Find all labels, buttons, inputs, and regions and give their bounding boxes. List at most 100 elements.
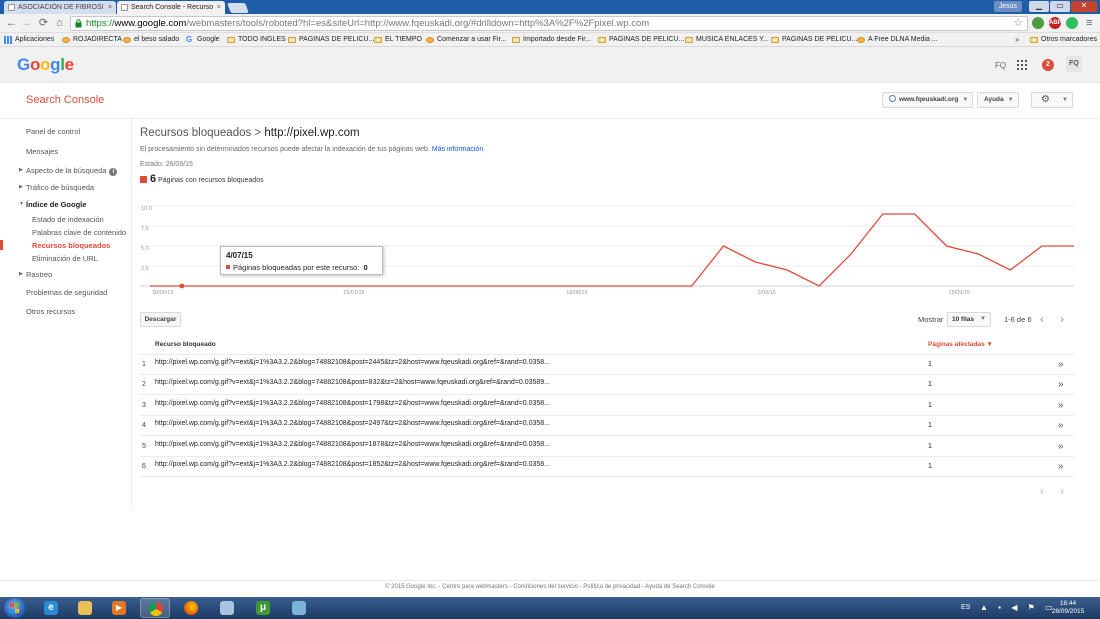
next-page-icon[interactable]: › [1060, 313, 1064, 325]
row-drilldown-icon[interactable]: » [1058, 400, 1063, 411]
bookmark-folder[interactable]: Importado desde Fir... [512, 34, 591, 46]
nav-item-messages[interactable]: Mensajes [26, 147, 58, 156]
rows-per-page-select[interactable]: 10 filas ▼ [947, 312, 991, 327]
nav-item-index-status[interactable]: Estado de indexación [32, 215, 104, 224]
taskbar-utorrent[interactable]: μ [248, 598, 278, 618]
browser-user-chip[interactable]: Jesús [993, 1, 1022, 12]
taskbar-windows-folder[interactable] [212, 598, 242, 618]
row-drilldown-icon[interactable]: » [1058, 420, 1063, 431]
bookmark-item[interactable]: G Google [186, 34, 220, 46]
site-selector[interactable]: www.fqeuskadi.org ▼ [882, 92, 974, 108]
taskbar-file-explorer[interactable] [70, 598, 100, 618]
table-row[interactable]: 2 http://pixel.wp.com/g.gif?v=ext&j=1%3A3… [140, 375, 1074, 395]
close-tab-icon[interactable]: × [217, 1, 221, 14]
nav-label: Otros recursos [26, 307, 76, 316]
reload-icon[interactable]: ⟳ [37, 17, 50, 30]
maximize-icon[interactable]: ▭ [1050, 1, 1070, 12]
bookmark-item[interactable]: ROJADIRECTA [62, 34, 122, 46]
bookmark-folder[interactable]: TODO INGLES [227, 34, 286, 46]
windows-taskbar: e ▶ μ ES ▲ ▪ ◀ ⚑ ▭ 16:44 28/09/2015 [0, 597, 1100, 619]
minimize-icon[interactable]: ▁ [1029, 1, 1049, 12]
google-apps-icon[interactable] [1017, 60, 1027, 70]
nav-item-dashboard[interactable]: Panel de control [26, 127, 80, 136]
bookmark-folder[interactable]: PAGINAS DE PELICU... [771, 34, 857, 46]
bookmark-star-icon[interactable]: ☆ [1013, 17, 1023, 30]
chrome-menu-icon[interactable]: ≡ [1086, 17, 1092, 29]
address-bar[interactable]: https://www.google.com/webmasters/tools/… [70, 16, 1028, 31]
prev-page-icon[interactable]: ‹ [1040, 313, 1044, 325]
row-drilldown-icon[interactable]: » [1058, 461, 1063, 472]
tab-title: ASOCIACIÓN DE FIBROSI [18, 4, 104, 11]
system-tray-icons[interactable]: ▲ ▪ ◀ ⚑ ▭ [980, 603, 1057, 612]
browser-tab-active[interactable]: Search Console - Recurso × [117, 1, 225, 14]
row-drilldown-icon[interactable]: » [1058, 359, 1063, 370]
row-index: 1 [142, 361, 146, 368]
row-drilldown-icon[interactable]: » [1058, 441, 1063, 452]
evernote-extension-icon[interactable] [1066, 17, 1078, 29]
bookmark-folder[interactable]: MUSICA ENLACES Y... [685, 34, 769, 46]
close-tab-icon[interactable]: × [108, 1, 112, 14]
bookmark-apps[interactable]: Aplicaciones [4, 34, 54, 46]
url-text: https://www.google.com/webmasters/tools/… [86, 18, 649, 30]
taskbar-internet-explorer[interactable]: e [36, 598, 66, 618]
close-window-icon[interactable]: ✕ [1071, 1, 1097, 12]
bookmark-item[interactable]: el beso salado [123, 34, 179, 46]
more-info-link[interactable]: Más información [432, 146, 483, 153]
taskbar-paint[interactable] [284, 598, 314, 618]
help-dropdown[interactable]: Ayuda ▼ [977, 92, 1019, 108]
nav-item-search-traffic[interactable]: ▶ Tráfico de búsqueda [19, 183, 94, 192]
settings-dropdown[interactable]: ⚙ ▼ [1031, 92, 1073, 108]
forward-icon[interactable]: → [20, 17, 33, 30]
google-logo[interactable]: Google [17, 55, 74, 75]
adblock-extension-icon[interactable]: ABP [1049, 17, 1062, 29]
column-header-pages[interactable]: Páginas afectadas ▼ [928, 341, 993, 348]
language-indicator[interactable]: ES [961, 604, 970, 611]
download-button[interactable]: Descargar [140, 312, 181, 327]
bookmark-folder[interactable]: PAGINAS DE PELICU... [598, 34, 684, 46]
bookmark-folder[interactable]: EL TIEMPO [374, 34, 422, 46]
product-title[interactable]: Search Console [26, 94, 104, 106]
table-row[interactable]: 4 http://pixel.wp.com/g.gif?v=ext&j=1%3A3… [140, 416, 1074, 436]
table-row[interactable]: 5 http://pixel.wp.com/g.gif?v=ext&j=1%3A3… [140, 437, 1074, 457]
nav-item-other-resources[interactable]: Otros recursos [26, 307, 75, 316]
table-row[interactable]: 6 http://pixel.wp.com/g.gif?v=ext&j=1%3A3… [140, 457, 1074, 477]
nav-item-security-issues[interactable]: Problemas de seguridad [26, 288, 107, 297]
search-console-bar: Search Console www.fqeuskadi.org ▼ Ayuda… [0, 83, 1100, 119]
nav-item-crawl[interactable]: ▶ Rastreo [19, 270, 52, 279]
nav-item-remove-urls[interactable]: Eliminación de URL [32, 254, 98, 263]
table-row[interactable]: 3 http://pixel.wp.com/g.gif?v=ext&j=1%3A3… [140, 396, 1074, 416]
row-drilldown-icon[interactable]: » [1058, 379, 1063, 390]
notifications-badge[interactable]: 2 [1042, 59, 1054, 71]
other-bookmarks[interactable]: Otros marcadores [1030, 34, 1097, 46]
bookmark-folder[interactable]: PAGINAS DE PELICU... [288, 34, 374, 46]
bookmark-item[interactable]: Comenzar a usar Fir... [426, 34, 506, 46]
bookmarks-overflow-icon[interactable]: » [1015, 34, 1019, 46]
column-header-resource[interactable]: Recurso bloqueado [155, 341, 216, 348]
nav-item-google-index[interactable]: ▼ Índice de Google [19, 200, 86, 209]
bookmark-item[interactable]: A Free DLNA Media ... [857, 34, 938, 46]
home-icon[interactable]: ⌂ [53, 17, 66, 30]
back-icon[interactable]: ← [5, 17, 18, 30]
nav-item-blocked-resources[interactable]: Recursos bloqueados [32, 241, 110, 250]
chart-legend[interactable]: 6 Páginas con recursos bloqueados [140, 173, 264, 185]
site-icon [123, 37, 131, 43]
folder-icon [512, 37, 520, 43]
clock[interactable]: 16:44 28/09/2015 [1048, 600, 1088, 616]
prev-page-bottom-icon[interactable]: ‹ [1040, 485, 1044, 497]
account-name[interactable]: FQ [995, 61, 1006, 70]
start-button[interactable] [4, 598, 26, 618]
taskbar-firefox[interactable] [176, 598, 206, 618]
highlighted-data-point[interactable] [179, 283, 185, 289]
nav-item-content-keywords[interactable]: Palabras clave de contenido [32, 228, 126, 237]
nav-item-search-appearance[interactable]: ▶ Aspecto de la búsqueda i [19, 166, 118, 176]
taskbar-chrome[interactable] [140, 598, 170, 618]
next-page-bottom-icon[interactable]: › [1060, 485, 1064, 497]
translate-extension-icon[interactable] [1032, 17, 1044, 29]
new-tab-button[interactable] [227, 3, 249, 13]
info-icon[interactable]: i [109, 168, 118, 176]
avatar[interactable]: FQ [1066, 56, 1082, 72]
browser-tab[interactable]: ASOCIACIÓN DE FIBROSI × [4, 1, 116, 14]
folder-icon [771, 37, 779, 43]
taskbar-media-player[interactable]: ▶ [104, 598, 134, 618]
table-row[interactable]: 1 http://pixel.wp.com/g.gif?v=ext&j=1%3A3… [140, 355, 1074, 375]
